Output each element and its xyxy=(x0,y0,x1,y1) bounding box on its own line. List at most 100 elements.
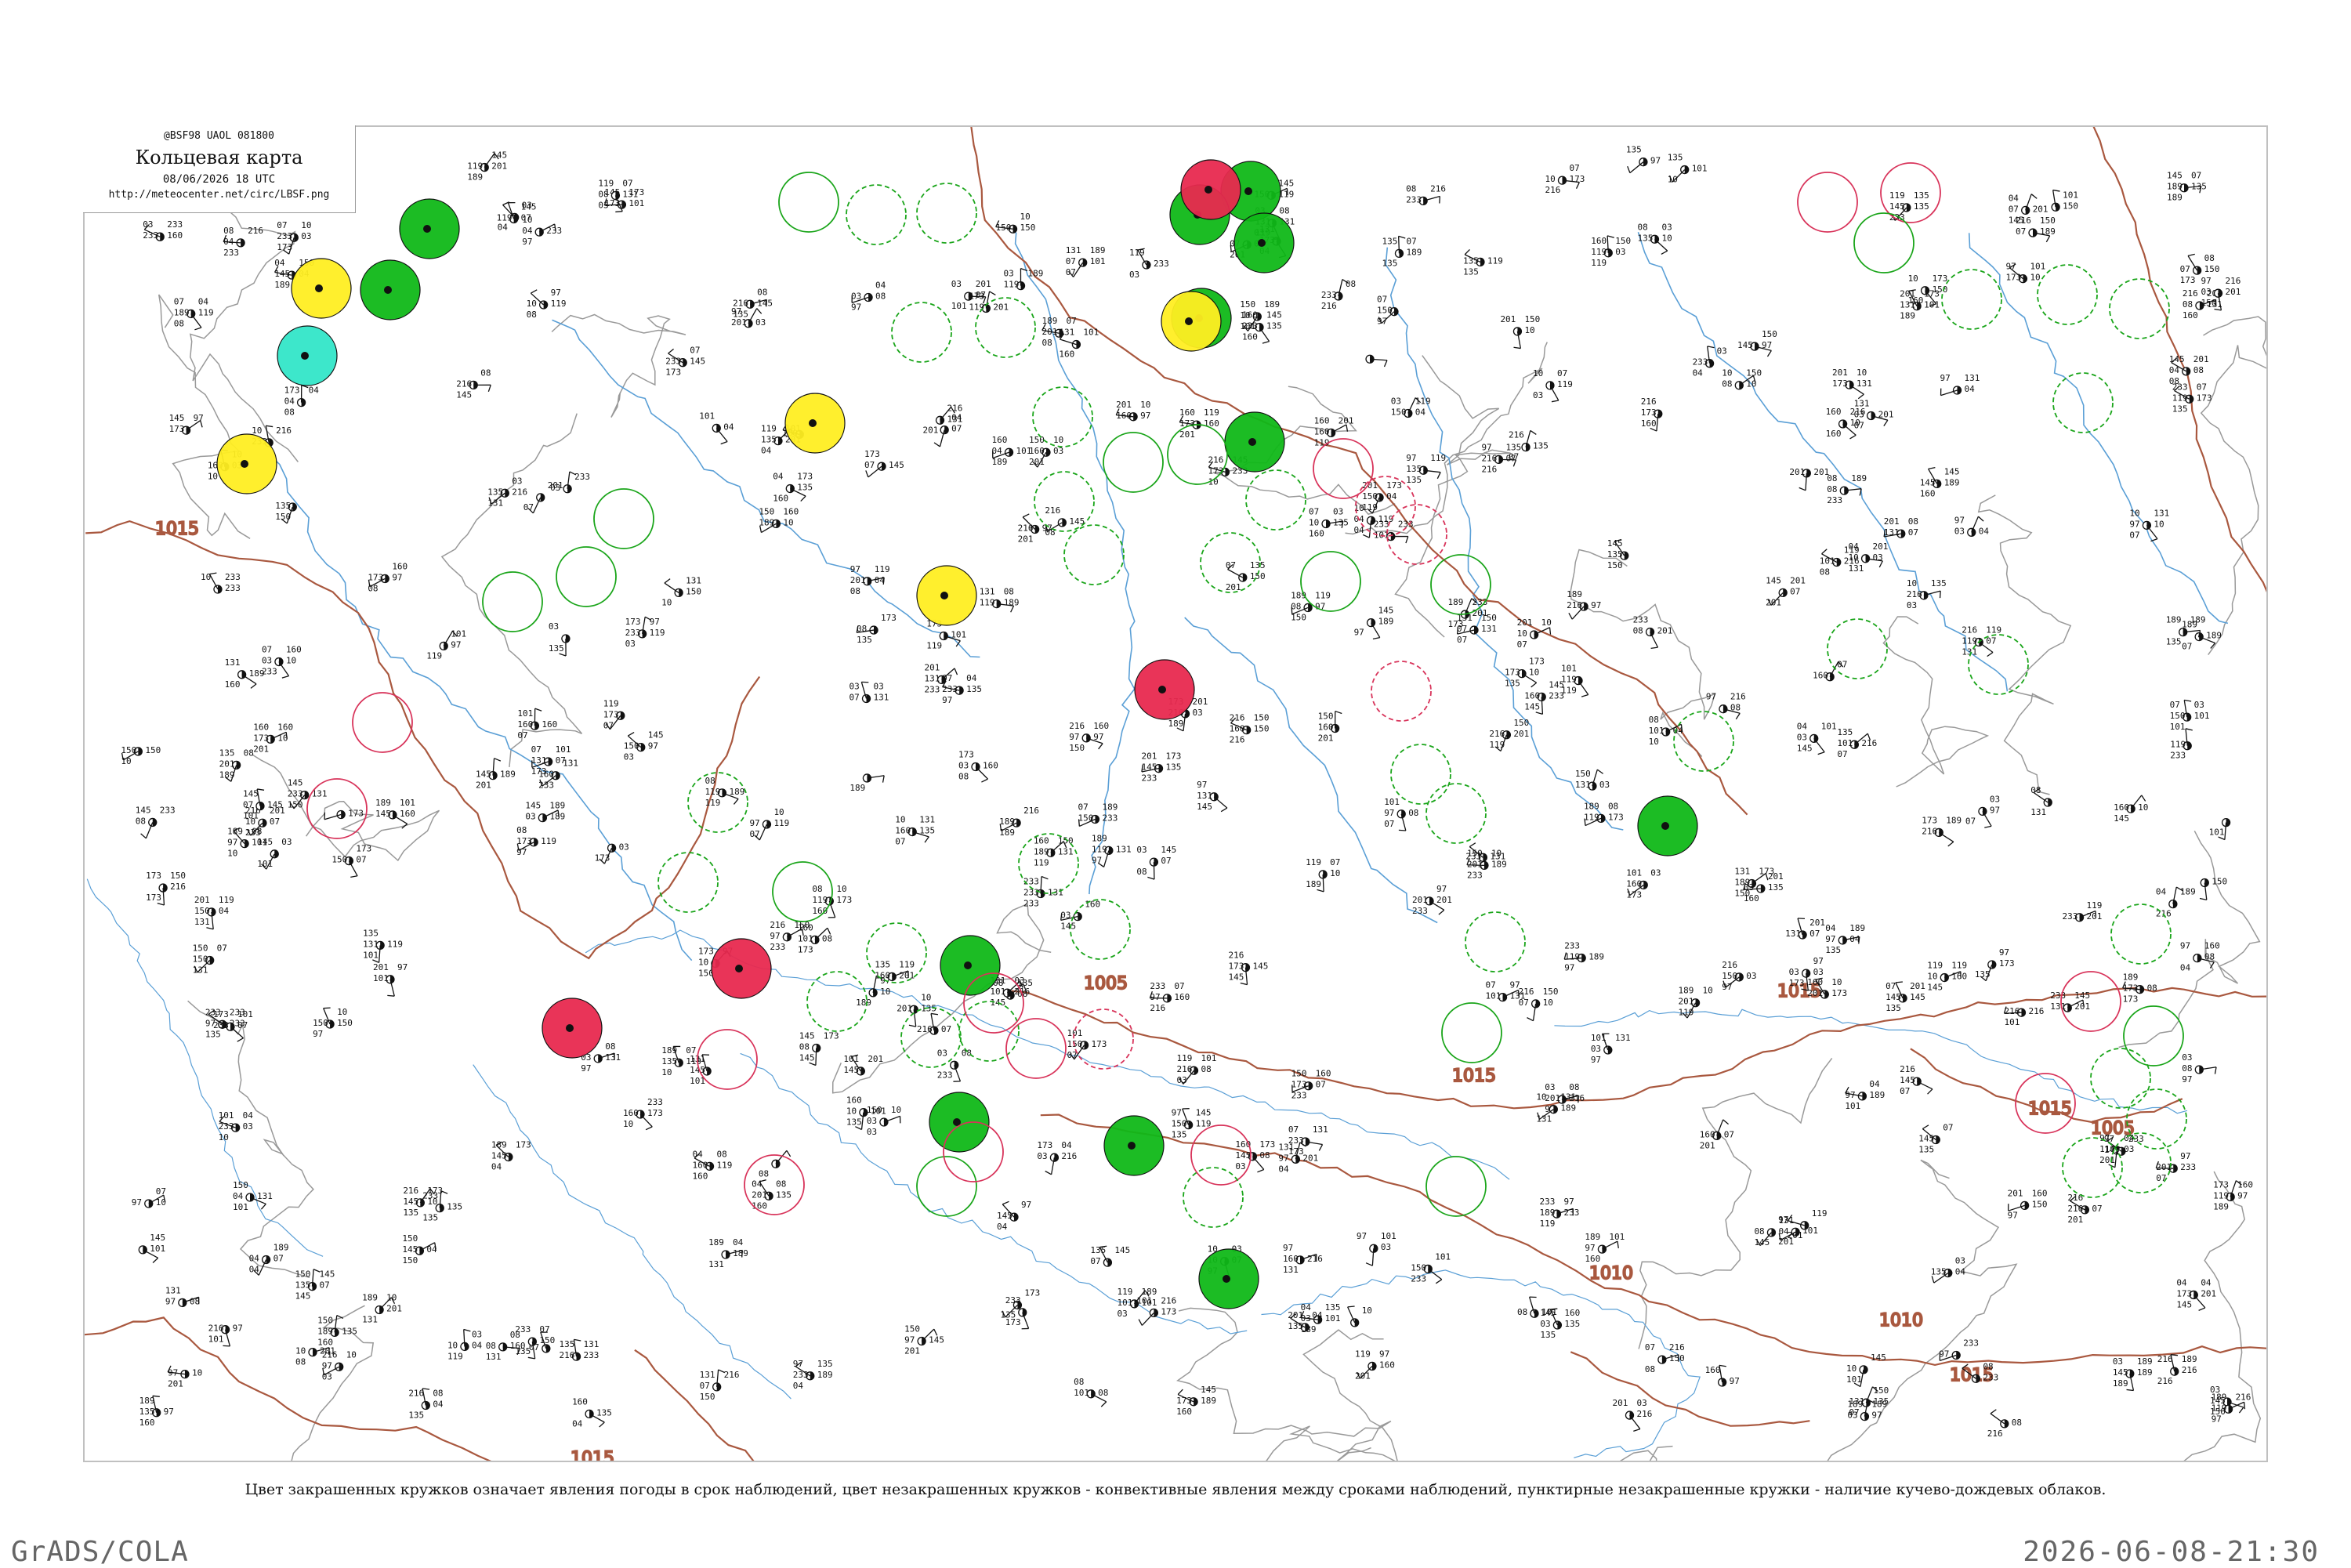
station-value: 173 xyxy=(1789,978,1805,988)
station-value: 160 xyxy=(317,1337,333,1347)
station-value: 101 xyxy=(1090,256,1106,266)
station-plot: 970416008 xyxy=(2180,941,2220,973)
station-value: 08 xyxy=(2204,253,2215,263)
convective-outline-circle xyxy=(353,693,412,752)
station-value: 160 xyxy=(2237,1179,2253,1190)
weather-circle-station xyxy=(423,225,431,233)
wind-barb-feather xyxy=(2188,254,2195,255)
station-value: 04 xyxy=(1955,1267,1966,1277)
station-value: 10 xyxy=(1722,368,1732,378)
station-value: 04 xyxy=(274,258,285,268)
station-plot: 1350304 xyxy=(1931,1256,1966,1284)
station-value: 04 xyxy=(572,1418,583,1429)
wind-barb-feather xyxy=(1335,712,1342,714)
station-value: 10 xyxy=(1857,368,1867,378)
wind-barb-feather xyxy=(1437,473,1440,479)
station-value: 189 xyxy=(708,1237,724,1248)
station-value: 150 xyxy=(2170,711,2186,721)
station-value: 233 xyxy=(574,472,590,482)
station-value: 07 xyxy=(262,645,272,655)
station-value: 07 xyxy=(1078,802,1088,813)
weather-filled-circle xyxy=(360,260,420,320)
station-value: 07 xyxy=(1943,1123,1953,1133)
station-plot: 97145189 xyxy=(1354,606,1394,639)
wind-barb-feather xyxy=(1373,638,1380,639)
station-value: 216 xyxy=(2157,1354,2173,1364)
station-value: 189 xyxy=(999,827,1015,838)
station-plot: 972010811904 xyxy=(850,564,890,596)
station-value: 03 xyxy=(525,812,535,822)
station-plot: 233119201 xyxy=(2063,900,2103,922)
station-value: 189 xyxy=(219,770,235,780)
station-value: 119 xyxy=(1306,857,1321,867)
station-value: 101 xyxy=(1591,1033,1607,1043)
station-value: 216 xyxy=(1900,1064,1915,1074)
station-plot: 135150 xyxy=(275,501,296,523)
station-value: 10 xyxy=(277,733,288,743)
station-value: 03 xyxy=(1129,270,1139,280)
wind-barb xyxy=(816,1048,817,1066)
station-value: 160 xyxy=(572,1396,588,1407)
weather-circle-station xyxy=(964,961,972,969)
station-value: 160 xyxy=(1641,418,1657,429)
station-value: 173 xyxy=(864,449,880,459)
convective-outline-circle xyxy=(2124,1006,2183,1066)
station-plot: 13510107216 xyxy=(1837,727,1877,759)
station-value: 201 xyxy=(491,161,507,172)
station-value: 03 xyxy=(951,279,962,289)
station-value: 07 xyxy=(603,720,614,730)
station-value: 131 xyxy=(1785,929,1801,939)
station-value: 201 xyxy=(476,780,491,791)
station-value: 201 xyxy=(1788,1230,1803,1240)
station-value: 101 xyxy=(237,1009,253,1019)
station-value: 160 xyxy=(1242,310,1258,320)
station-plot: 18913516097 xyxy=(139,1396,174,1428)
station-value: 10 xyxy=(1831,977,1842,987)
station-value: 189 xyxy=(1102,802,1118,813)
station-value: 04 xyxy=(1869,1079,1880,1089)
station-plot: 101150 xyxy=(2052,190,2078,211)
station-value: 03 xyxy=(1540,1319,1550,1329)
station-value: 119 xyxy=(650,628,665,638)
station-plot: 13107150216 xyxy=(700,1370,740,1402)
station-value: 97 xyxy=(1845,1090,1855,1100)
wind-barb-feather xyxy=(1849,435,1856,439)
station-value: 189 xyxy=(317,1326,333,1336)
station-value: 131 xyxy=(257,1191,273,1201)
station-value: 119 xyxy=(969,302,984,312)
wind-barb-feather xyxy=(488,385,491,392)
wind-barb-feather xyxy=(261,1204,266,1209)
wind-barb-feather xyxy=(531,290,537,293)
station-value: 135 xyxy=(1266,321,1282,331)
station-value: 97 xyxy=(1563,1197,1574,1207)
station-value: 189 xyxy=(1869,1090,1885,1100)
station-value: 233 xyxy=(1549,690,1564,701)
station-value: 04 xyxy=(249,1253,260,1263)
station-value: 189 xyxy=(2040,226,2056,237)
station-value: 135 xyxy=(1914,201,1929,212)
station-value: 08 xyxy=(527,310,537,320)
station-value: 201 xyxy=(1766,597,1781,607)
station-value: 135 xyxy=(219,748,235,758)
wind-barb-feather xyxy=(2127,1389,2134,1390)
station-value: 201 xyxy=(1179,429,1195,440)
station-value: 150 xyxy=(1020,223,1036,233)
station-value: 233 xyxy=(925,684,940,694)
station-value: 119 xyxy=(2213,1190,2229,1200)
station-value: 145 xyxy=(2169,354,2185,364)
station-value: 07 xyxy=(1288,1124,1299,1135)
station-value: 04 xyxy=(1693,368,1704,378)
station-value: 145 xyxy=(267,800,283,810)
station-value: 216 xyxy=(1481,453,1497,463)
station-value: 08 xyxy=(174,318,184,328)
station-value: 160 xyxy=(983,761,998,771)
station-value: 233 xyxy=(1023,876,1039,886)
station-value: 173 xyxy=(169,424,185,434)
station-value: 173 xyxy=(1922,815,1937,825)
weather-filled-circle xyxy=(542,998,602,1058)
station-value: 150 xyxy=(317,1315,333,1325)
station-value: 08 xyxy=(2030,785,2041,795)
station-value: 201 xyxy=(976,279,991,289)
station-value: 135 xyxy=(776,1190,792,1200)
station-value: 10 xyxy=(447,1340,458,1350)
